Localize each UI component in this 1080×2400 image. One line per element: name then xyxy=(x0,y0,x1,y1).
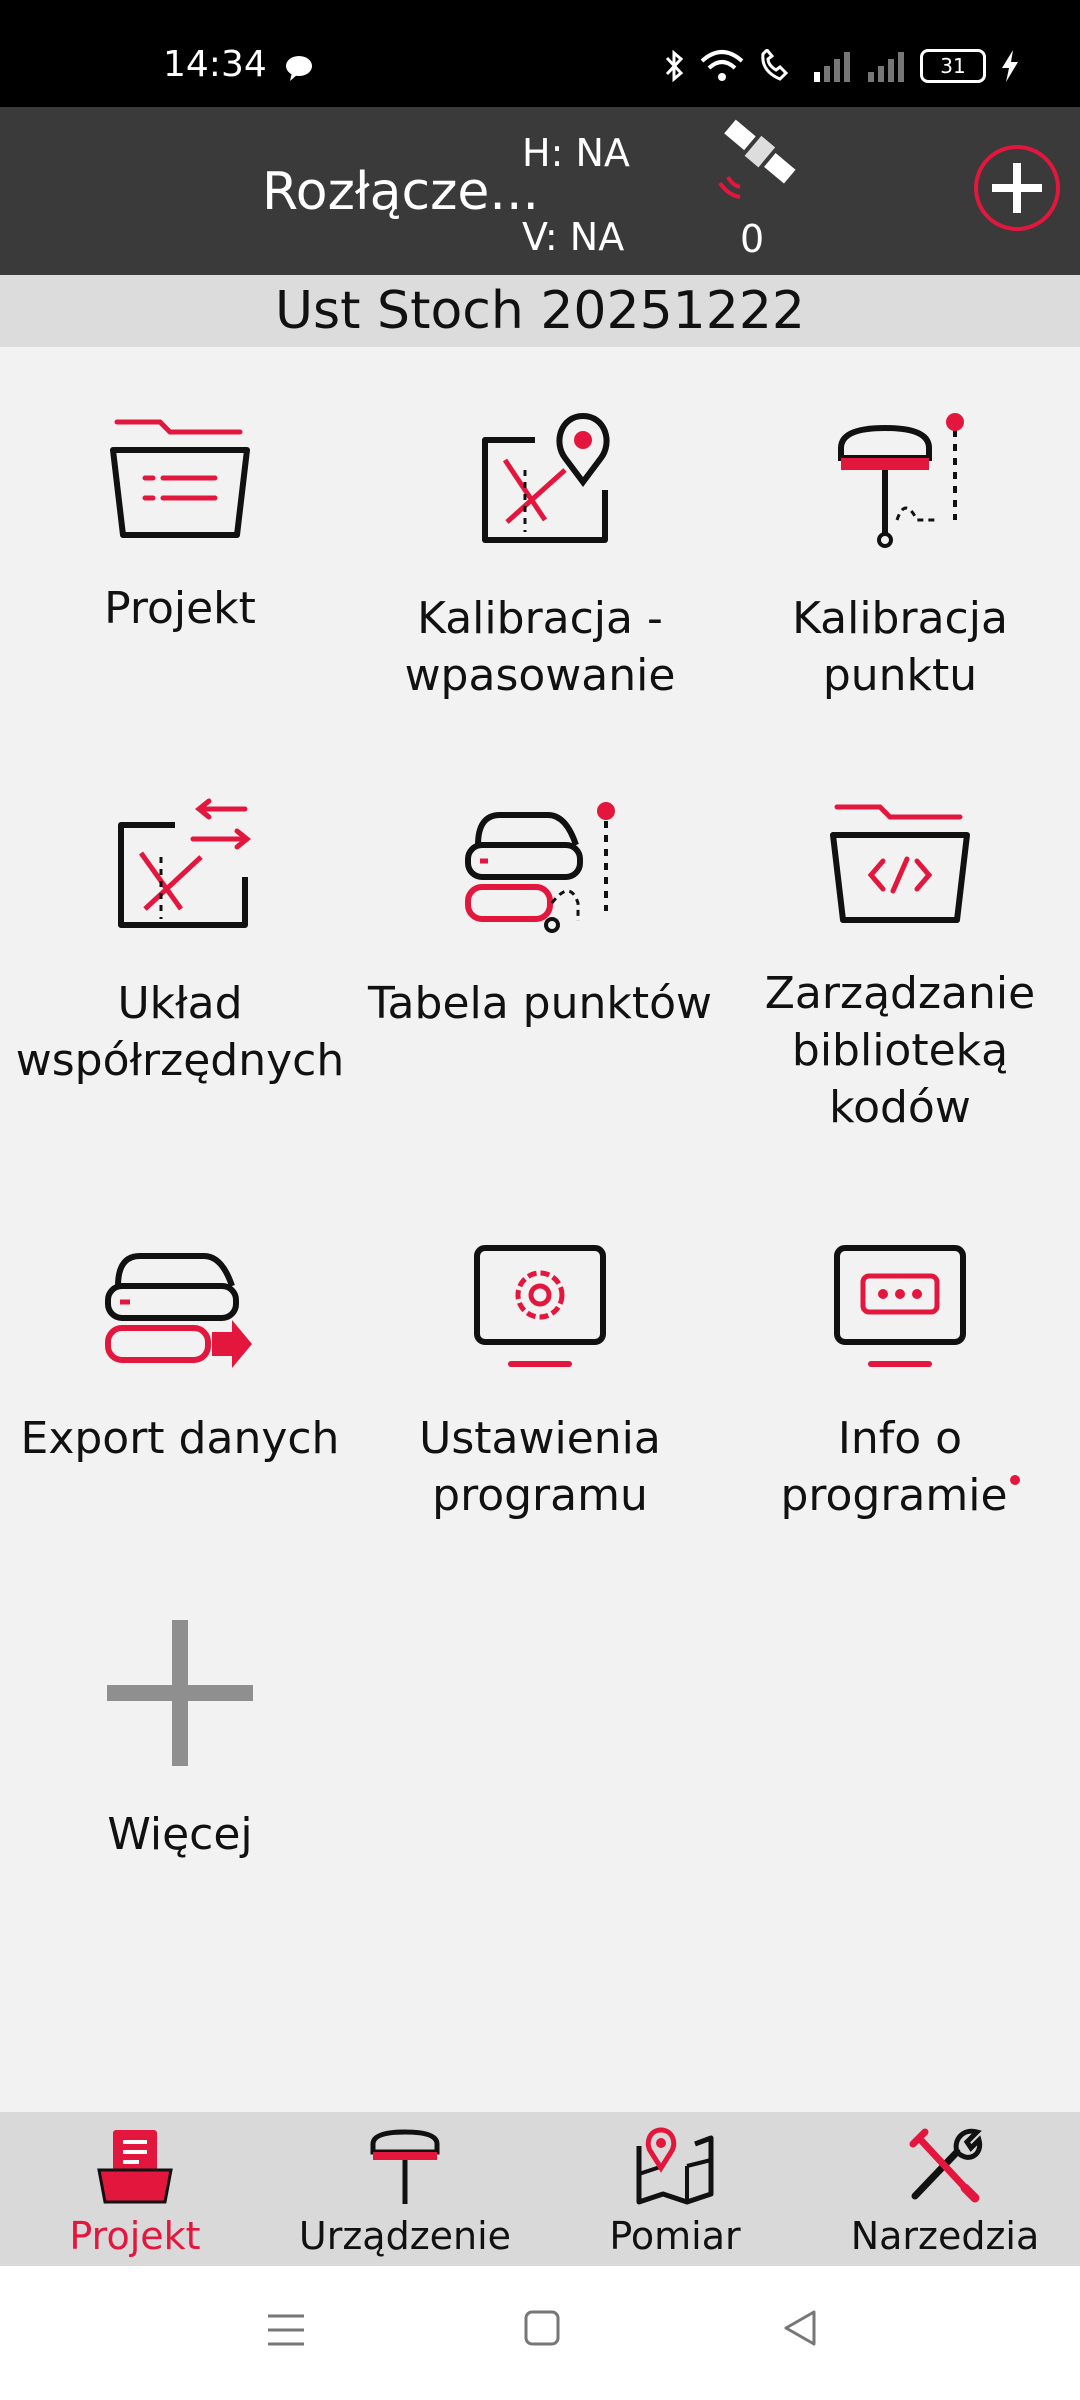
nav-label: Pomiar xyxy=(609,2214,741,2258)
plus-icon xyxy=(107,1620,253,1766)
battery-indicator: 31 xyxy=(920,49,986,83)
tile-calibration-fit[interactable]: Kalibracja - wpasowanie xyxy=(360,410,720,704)
project-folder-icon xyxy=(97,2130,173,2204)
tile-coordinate-system[interactable]: Układ współrzędnych xyxy=(0,795,360,1089)
tile-label: Układ współrzędnych xyxy=(15,978,345,1086)
tile-app-info[interactable]: Info o programie xyxy=(720,1240,1080,1524)
tile-label: Info o programie xyxy=(720,1410,1080,1524)
receiver-icon xyxy=(370,2129,440,2204)
system-navigation-bar xyxy=(0,2266,1080,2400)
nav-label: Narzedzia xyxy=(850,2214,1040,2258)
nav-tools[interactable]: Narzedzia xyxy=(810,2112,1080,2266)
nav-project[interactable]: Projekt xyxy=(0,2112,270,2266)
tile-point-calibration[interactable]: Kalibracja punktu xyxy=(720,410,1080,704)
satellite-icon[interactable] xyxy=(700,113,810,203)
chat-bubble-icon xyxy=(286,56,312,81)
tile-label-text: Info o programie xyxy=(780,1413,1008,1521)
status-bar: 14:34 31 xyxy=(0,0,1080,107)
charging-icon xyxy=(1002,50,1018,82)
project-title: Ust Stoch 20251222 xyxy=(0,275,1080,347)
tile-points-table[interactable]: Tabela punktów xyxy=(360,795,720,1032)
top-app-bar: Rozłącze... H: NA V: NA 0 xyxy=(0,107,1080,275)
tile-label: Zarządzanie biblioteką kodów xyxy=(764,968,1036,1133)
tile-label: Więcej xyxy=(107,1809,253,1860)
menu-icon[interactable] xyxy=(264,2308,308,2352)
connection-status[interactable]: Rozłącze... xyxy=(262,162,539,222)
tile-label: Export danych xyxy=(20,1413,340,1464)
monitor-gear-icon xyxy=(474,1245,606,1367)
notification-dot xyxy=(1009,1475,1020,1485)
tile-code-library[interactable]: Zarządzanie biblioteką kodów xyxy=(720,795,1080,1136)
tile-project[interactable]: Projekt xyxy=(0,410,360,637)
folder-list-icon xyxy=(110,419,250,538)
satellite-count: 0 xyxy=(740,217,765,261)
tile-label: Ustawienia programu xyxy=(419,1413,661,1521)
tile-label: Kalibracja - wpasowanie xyxy=(404,593,676,701)
status-icons: 31 xyxy=(664,48,1020,84)
back-icon[interactable] xyxy=(780,2308,820,2348)
signal-icon-2 xyxy=(868,52,904,82)
tools-icon xyxy=(909,2128,983,2203)
tile-app-settings[interactable]: Ustawienia programu xyxy=(360,1240,720,1524)
nav-survey[interactable]: Pomiar xyxy=(540,2112,810,2266)
coordinate-system-icon xyxy=(118,798,252,928)
home-icon[interactable] xyxy=(522,2308,562,2348)
map-icon xyxy=(636,2127,714,2205)
tile-more[interactable]: Więcej xyxy=(0,1620,360,1863)
horizontal-precision: H: NA xyxy=(522,131,630,175)
gnss-receiver-icon xyxy=(838,413,964,548)
data-export-icon xyxy=(105,1253,252,1368)
nav-label: Urządzenie xyxy=(298,2214,512,2258)
add-button[interactable] xyxy=(974,145,1060,231)
nav-label: Projekt xyxy=(69,2214,201,2258)
tile-label: Kalibracja punktu xyxy=(792,593,1008,701)
point-table-icon xyxy=(465,802,615,933)
bottom-navigation: Projekt Urządzenie Pomiar Narzedzia xyxy=(0,2112,1080,2266)
signal-icon xyxy=(814,52,850,82)
status-time: 14:34 xyxy=(163,44,267,85)
tile-data-export[interactable]: Export danych xyxy=(0,1240,360,1467)
monitor-info-icon xyxy=(834,1245,966,1367)
tile-label: Projekt xyxy=(104,583,256,634)
nav-device[interactable]: Urządzenie xyxy=(270,2112,540,2266)
vertical-precision: V: NA xyxy=(522,215,625,259)
wifi-icon xyxy=(700,50,744,81)
folder-code-icon xyxy=(830,804,970,923)
tile-label: Tabela punktów xyxy=(367,978,713,1029)
call-icon xyxy=(761,49,789,81)
bluetooth-icon xyxy=(665,49,684,83)
map-pin-icon xyxy=(482,412,610,543)
plus-icon xyxy=(992,163,1042,213)
